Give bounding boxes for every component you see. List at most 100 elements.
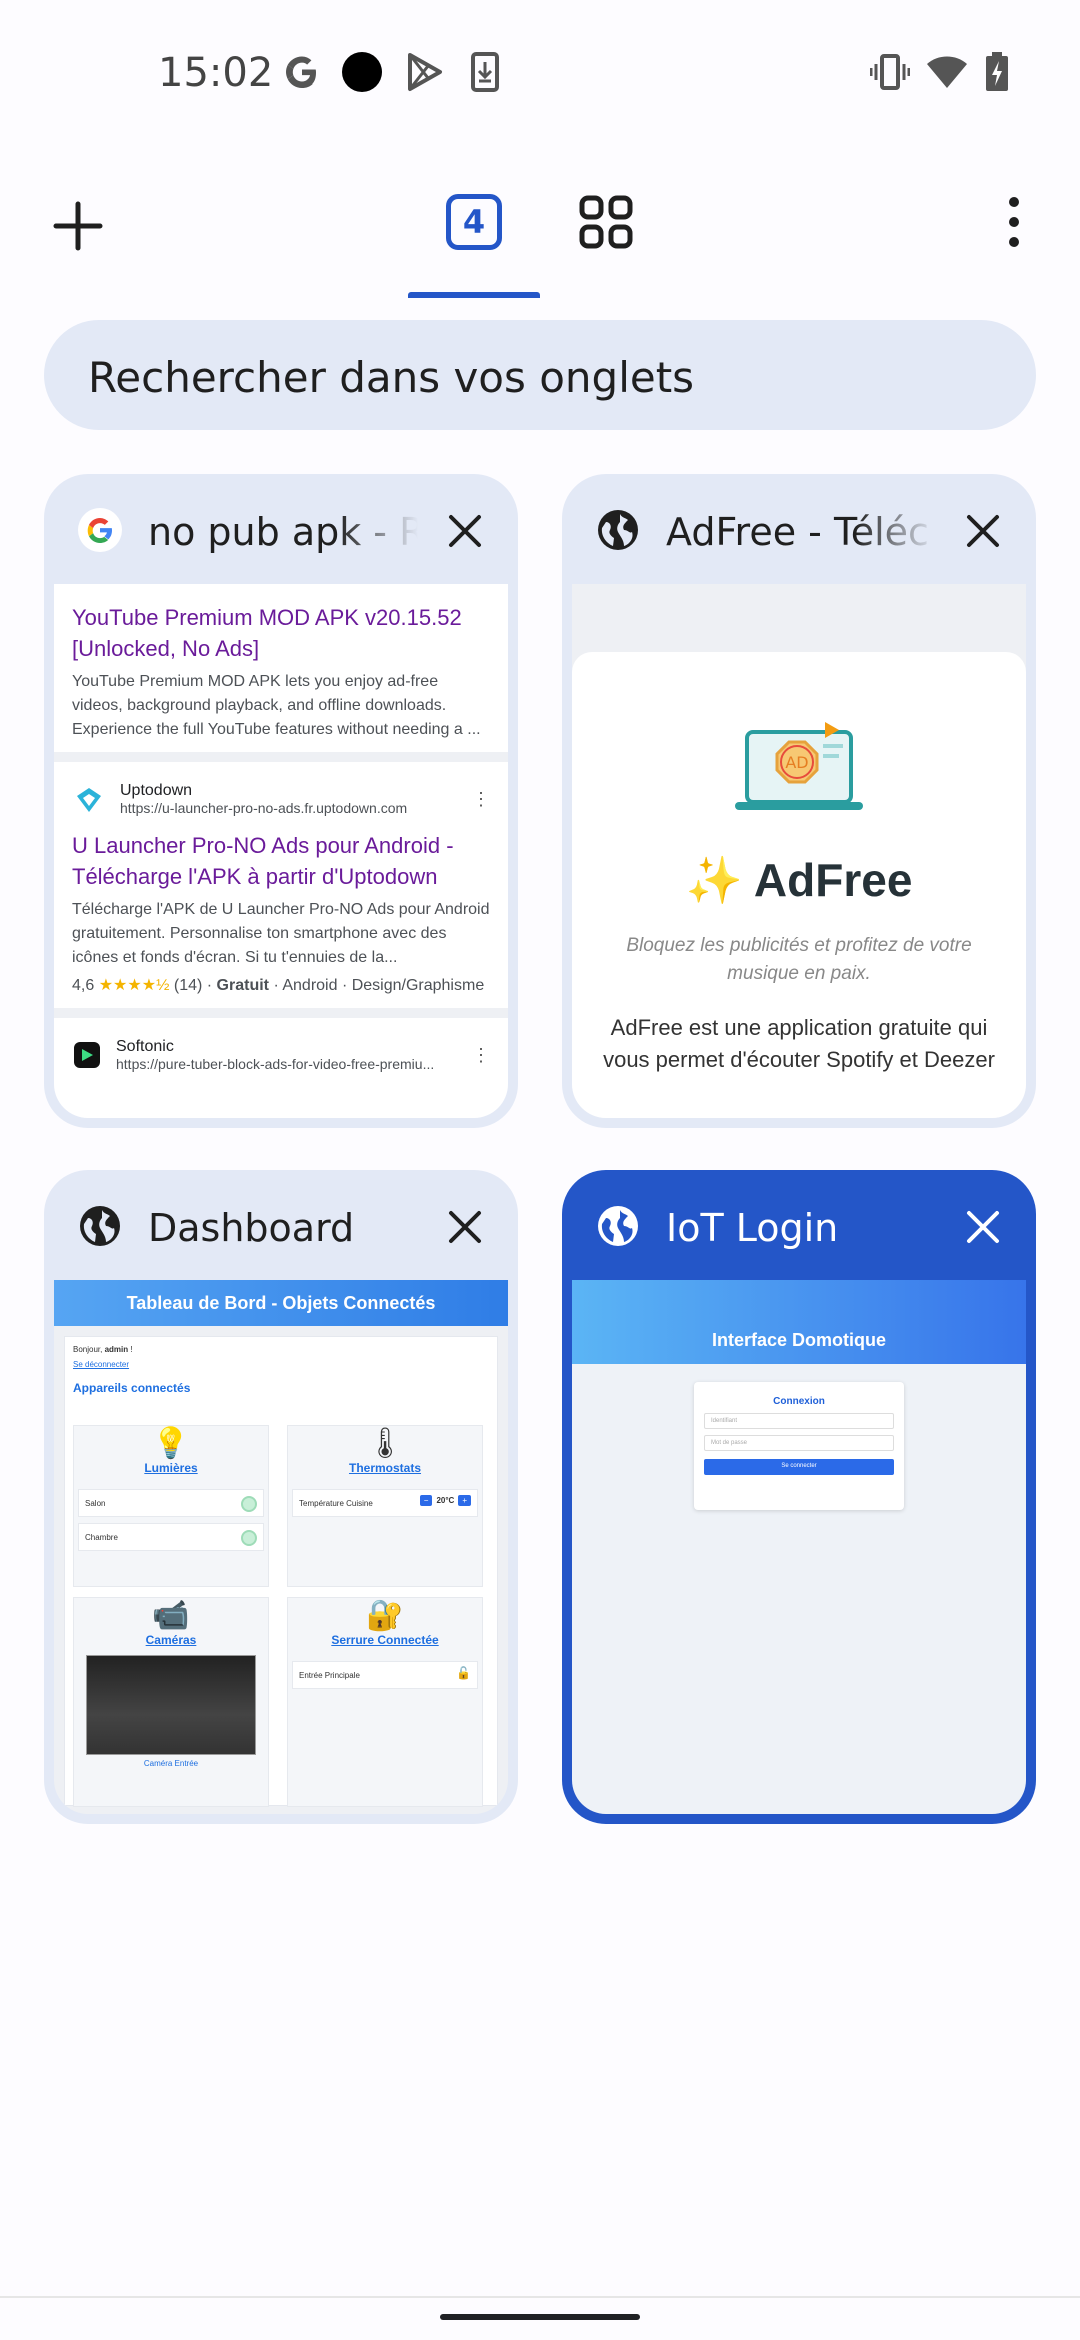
wifi-icon — [927, 56, 967, 88]
globe-icon — [80, 1206, 120, 1246]
status-bar: 15:02 — [0, 0, 1080, 150]
rating-count: (14) — [173, 977, 203, 994]
tab-title: IoT Login — [666, 1206, 839, 1250]
cameras-title: Caméras — [145, 1633, 197, 1647]
close-icon[interactable] — [446, 1208, 484, 1246]
price: Gratuit — [216, 977, 269, 994]
thermostats-title: Thermostats — [348, 1461, 422, 1475]
thermostat-row: Température Cuisine − 20°C + — [292, 1489, 478, 1517]
form-title: Connexion — [773, 1396, 825, 1407]
tab-thumbnail: Tableau de Bord - Objets Connectés Bonjo… — [54, 1280, 508, 1814]
lock-row: Entrée Principale 🔓 — [292, 1661, 478, 1689]
tab-card[interactable]: AdFree - Téléc AD ✨ AdFree Bloquez les p… — [562, 474, 1036, 1128]
gesture-nav-handle[interactable] — [440, 2314, 640, 2320]
rating-stars: ★★★★½ — [98, 977, 170, 994]
username-field: Identifiant — [704, 1413, 894, 1429]
result-source-name: Softonic — [116, 1038, 174, 1055]
svg-text:AD: AD — [785, 753, 808, 772]
result-link: YouTube Premium MOD APK v20.15.52 [Unloc… — [72, 605, 462, 661]
battery-charging-icon — [986, 52, 1008, 91]
tab-groups-icon[interactable] — [578, 194, 634, 250]
google-g-icon — [286, 56, 316, 88]
search-result: YouTube Premium MOD APK v20.15.52 [Unloc… — [54, 584, 508, 762]
thermostats-panel: 🌡 Thermostats Température Cuisine − 20°C… — [287, 1425, 483, 1587]
result-link: U Launcher Pro-NO Ads pour Android - Tél… — [72, 833, 454, 889]
cameras-panel: 📹 Caméras Caméra Entrée — [73, 1597, 269, 1807]
result-snippet: Télécharge l'APK de U Launcher Pro-NO Ad… — [72, 901, 490, 966]
more-vert-icon[interactable] — [1000, 194, 1028, 250]
logout-link: Se déconnecter — [73, 1360, 130, 1369]
tab-title: no pub apk - R — [148, 510, 418, 554]
laptop-adblock-illustration-icon: AD — [735, 722, 863, 810]
selected-tab-indicator — [408, 292, 540, 298]
app-tagline: Bloquez les publicités et profitez de vo… — [626, 935, 972, 984]
search-result: Uptodown https://u-launcher-pro-no-ads.f… — [54, 762, 508, 1018]
play-store-icon — [408, 53, 442, 91]
greeting: Bonjour, admin ! — [73, 1345, 133, 1354]
new-tab-button[interactable] — [46, 194, 110, 258]
result-url: https://u-launcher-pro-no-ads.fr.uptodow… — [120, 800, 408, 816]
temperature-value: 20°C — [436, 1496, 455, 1505]
app-name: ✨ AdFree — [685, 854, 913, 906]
close-icon[interactable] — [964, 1208, 1002, 1246]
result-rating: 4,6 ★★★★½ (14) · Gratuit · Android · Des… — [72, 977, 485, 994]
uptodown-logo-icon — [77, 788, 101, 812]
tab-card-header: no pub apk - R — [44, 474, 518, 584]
light-row: Chambre — [78, 1523, 264, 1551]
result-snippet: YouTube Premium MOD APK lets you enjoy a… — [72, 673, 481, 738]
thermometer-icon: 🌡 — [365, 1427, 405, 1460]
tab-switcher-toolbar: 4 — [0, 180, 1080, 300]
smart-lock-icon: 🔐 — [366, 1599, 404, 1632]
record-dot-icon — [342, 52, 382, 92]
download-icon — [471, 52, 499, 92]
lights-title: Lumières — [144, 1461, 198, 1475]
result-source: Softonic https://pure-tuber-block-ads-fo… — [72, 1038, 490, 1072]
search-tabs-input[interactable]: Rechercher dans vos onglets — [44, 320, 1036, 430]
tab-card[interactable]: no pub apk - R YouTube Premium MOD APK v… — [44, 474, 518, 1128]
section-title: Appareils connectés — [73, 1381, 191, 1395]
nav-divider — [0, 2296, 1080, 2298]
status-time: 15:02 — [158, 50, 274, 96]
app-description: AdFree est une application gratuite qui … — [603, 1015, 995, 1072]
rating-value: 4,6 — [72, 977, 95, 994]
close-icon[interactable] — [446, 512, 484, 550]
iot-header: Interface Domotique — [572, 1280, 1026, 1364]
password-field: Mot de passe — [704, 1435, 894, 1451]
decrease-button: − — [419, 1495, 433, 1506]
globe-icon — [598, 1206, 638, 1246]
camera-icon: 📹 — [152, 1599, 190, 1632]
light-row: Salon — [78, 1489, 264, 1517]
camera-feed — [86, 1655, 256, 1755]
lights-panel: 💡 Lumières Salon Chambre — [73, 1425, 269, 1587]
close-icon[interactable] — [964, 512, 1002, 550]
tab-card-selected[interactable]: IoT Login Interface Domotique Connexion … — [562, 1170, 1036, 1824]
login-form: Connexion Identifiant Mot de passe Se co… — [694, 1382, 904, 1510]
increase-button: + — [458, 1495, 471, 1506]
tab-card-header: AdFree - Téléc — [562, 474, 1036, 584]
search-result: Softonic https://pure-tuber-block-ads-fo… — [54, 1018, 508, 1082]
tab-thumbnail: AD ✨ AdFree Bloquez les publicités et pr… — [572, 584, 1026, 1118]
result-source-name: Uptodown — [120, 782, 193, 799]
tab-title: AdFree - Téléc — [666, 510, 929, 554]
tab-card[interactable]: Dashboard Tableau de Bord - Objets Conne… — [44, 1170, 518, 1824]
tab-card-header: Dashboard — [44, 1170, 518, 1280]
adfree-page: AD ✨ AdFree Bloquez les publicités et pr… — [572, 652, 1026, 1118]
globe-icon — [598, 510, 638, 550]
dashboard-panel: Bonjour, admin ! Se déconnecter Appareil… — [64, 1336, 498, 1807]
result-meta: · Android · Design/Graphisme — [273, 977, 485, 994]
toggle-on-icon — [241, 1530, 257, 1546]
unlocked-icon: 🔓 — [456, 1666, 471, 1680]
vibrate-icon — [870, 54, 910, 90]
result-menu-icon: ⋮ — [472, 788, 490, 809]
lightbulb-icon: 💡 — [152, 1427, 190, 1460]
tab-title: Dashboard — [148, 1206, 355, 1250]
toggle-on-icon — [241, 1496, 257, 1512]
result-source: Uptodown https://u-launcher-pro-no-ads.f… — [72, 782, 490, 816]
google-icon — [78, 508, 122, 552]
tab-thumbnail: YouTube Premium MOD APK v20.15.52 [Unloc… — [54, 584, 508, 1118]
tab-card-header: IoT Login — [562, 1170, 1036, 1280]
tab-switcher-icon[interactable]: 4 — [446, 194, 502, 250]
login-button: Se connecter — [704, 1459, 894, 1475]
result-menu-icon: ⋮ — [472, 1044, 490, 1065]
tab-thumbnail: Interface Domotique Connexion Identifian… — [572, 1280, 1026, 1814]
